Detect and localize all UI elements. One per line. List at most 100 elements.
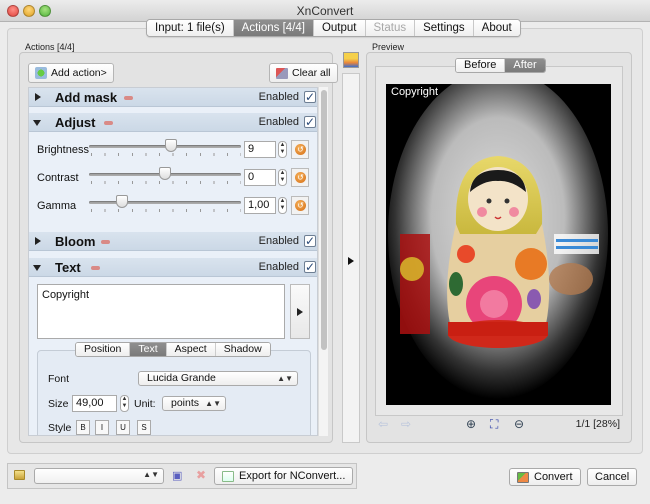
close-window-button[interactable] <box>7 5 19 17</box>
italic-button[interactable]: I <box>95 420 109 435</box>
tab-input[interactable]: Input: 1 file(s) <box>147 20 234 36</box>
toggle-preview-icon[interactable] <box>343 52 359 68</box>
slider-ticks <box>91 153 241 156</box>
open-folder-icon[interactable] <box>14 470 25 480</box>
collapse-arrow-icon[interactable] <box>33 120 41 126</box>
unit-select[interactable]: points ▲▼ <box>162 396 226 411</box>
remove-action-button[interactable] <box>104 121 113 125</box>
preview-overlay-text: Copyright <box>391 86 439 98</box>
underline-button[interactable]: U <box>116 420 130 435</box>
main-tabs: Input: 1 file(s) Actions [4/4] Output St… <box>146 19 521 37</box>
preview-photo <box>386 84 611 405</box>
add-action-label: Add action> <box>51 67 107 79</box>
collapse-arrow-icon[interactable] <box>33 265 41 271</box>
cancel-button[interactable]: Cancel <box>587 468 638 486</box>
contrast-slider-thumb[interactable] <box>159 167 171 180</box>
expand-arrow-icon[interactable] <box>35 93 41 101</box>
minimize-window-button[interactable] <box>23 5 35 17</box>
brightness-input[interactable]: 9 <box>244 141 276 158</box>
font-select[interactable]: Lucida Grande ▲▼ <box>138 371 298 386</box>
brightness-stepper[interactable]: ▲ ▼ <box>278 141 287 158</box>
action-title: Add mask <box>55 90 118 105</box>
remove-action-button[interactable] <box>124 96 133 100</box>
action-header-bloom[interactable]: Bloom Enabled ✓ <box>29 232 317 251</box>
clear-all-button[interactable]: Clear all <box>269 63 338 83</box>
tab-actions[interactable]: Actions [4/4] <box>233 20 314 36</box>
gamma-slider-thumb[interactable] <box>116 195 129 208</box>
action-header-add-mask[interactable]: Add mask Enabled ✓ <box>29 88 317 107</box>
select-arrows-icon: ▲▼ <box>143 470 159 479</box>
tab-about[interactable]: About <box>473 20 520 36</box>
subtab-text[interactable]: Text <box>130 343 167 356</box>
previous-icon[interactable]: ⇦ <box>378 417 388 431</box>
subtab-position[interactable]: Position <box>76 343 131 356</box>
gamma-row: Gamma 1,00 ▲ ▼ ↺ <box>29 195 317 219</box>
contrast-row: Contrast 0 ▲ ▼ ↺ <box>29 167 317 191</box>
text-options-panel: Font Lucida Grande ▲▼ Size 49,00 ▲ ▼ Unit… <box>37 350 311 435</box>
text-subtabs: Position Text Aspect Shadow <box>75 342 271 357</box>
arrow-right-icon <box>297 308 303 316</box>
preset-select[interactable]: ▲▼ <box>34 468 164 484</box>
convert-icon <box>517 471 529 483</box>
background-book <box>400 234 430 334</box>
contrast-reset-button[interactable]: ↺ <box>291 168 309 187</box>
size-stepper[interactable]: ▲ ▼ <box>120 395 129 412</box>
add-action-button[interactable]: Add action> <box>28 63 114 83</box>
action-header-adjust[interactable]: Adjust Enabled ✓ <box>29 113 317 132</box>
brightness-reset-button[interactable]: ↺ <box>291 140 309 159</box>
convert-button[interactable]: Convert <box>509 468 581 486</box>
enabled-checkbox[interactable]: ✓ <box>304 261 316 273</box>
enabled-checkbox[interactable]: ✓ <box>304 116 316 128</box>
action-header-text[interactable]: Text Enabled ✓ <box>29 258 317 277</box>
subtab-aspect[interactable]: Aspect <box>166 343 216 356</box>
clear-all-icon <box>276 67 288 79</box>
next-icon[interactable]: ⇨ <box>401 417 411 431</box>
delete-preset-icon[interactable]: ✖ <box>196 468 206 482</box>
select-arrows-icon: ▲▼ <box>205 399 221 408</box>
clear-all-label: Clear all <box>292 67 331 79</box>
size-input[interactable]: 49,00 <box>72 395 117 412</box>
tab-status[interactable]: Status <box>365 20 416 36</box>
brightness-slider-thumb[interactable] <box>165 139 178 152</box>
zoom-window-button[interactable] <box>39 5 51 17</box>
zoom-in-icon[interactable]: ⊕ <box>466 417 476 431</box>
enabled-checkbox[interactable]: ✓ <box>304 91 316 103</box>
export-nconvert-button[interactable]: Export for NConvert... <box>214 467 354 485</box>
contrast-input[interactable]: 0 <box>244 169 276 186</box>
gamma-reset-button[interactable]: ↺ <box>291 196 309 215</box>
gamma-stepper[interactable]: ▲ ▼ <box>278 197 287 214</box>
scrollbar-thumb[interactable] <box>321 90 327 350</box>
gamma-label: Gamma <box>37 200 77 212</box>
tab-settings[interactable]: Settings <box>415 20 474 36</box>
text-content-input[interactable]: Copyright <box>37 284 285 339</box>
remove-action-button[interactable] <box>101 240 110 244</box>
tab-before[interactable]: Before <box>456 59 506 72</box>
save-preset-icon[interactable]: ▣ <box>172 469 182 482</box>
unit-label: Unit: <box>134 398 156 410</box>
tab-after[interactable]: After <box>505 59 545 72</box>
strikethrough-button[interactable]: S <box>137 420 151 435</box>
brightness-label: Brightness <box>37 144 89 156</box>
gamma-input[interactable]: 1,00 <box>244 197 276 214</box>
text-variables-button[interactable] <box>290 284 310 339</box>
enabled-label: Enabled <box>258 91 299 103</box>
add-action-icon <box>35 67 47 79</box>
action-title: Adjust <box>55 115 96 130</box>
tab-output[interactable]: Output <box>313 20 366 36</box>
preview-image: Copyright <box>386 84 611 405</box>
fit-to-window-icon[interactable]: ⛶ <box>490 417 498 432</box>
gamma-slider[interactable] <box>89 201 241 204</box>
actions-section-label: Actions [4/4] <box>25 42 75 52</box>
expand-arrow-icon[interactable] <box>35 237 41 245</box>
preview-toolbar: ⇦ ⇨ ⊕ ⛶ ⊖ 1/1 [28%] <box>376 415 624 433</box>
collapse-panel-button[interactable] <box>342 73 360 443</box>
actions-scrollbar[interactable] <box>318 87 328 436</box>
subtab-shadow[interactable]: Shadow <box>215 343 270 356</box>
zoom-out-icon[interactable]: ⊖ <box>514 417 524 431</box>
preset-toolbar: ▲▼ ▣ ✖ Export for NConvert... <box>7 463 357 489</box>
arrow-right-icon <box>348 257 354 265</box>
enabled-checkbox[interactable]: ✓ <box>304 235 316 247</box>
bold-button[interactable]: B <box>76 420 90 435</box>
contrast-stepper[interactable]: ▲ ▼ <box>278 169 287 186</box>
remove-action-button[interactable] <box>91 266 100 270</box>
